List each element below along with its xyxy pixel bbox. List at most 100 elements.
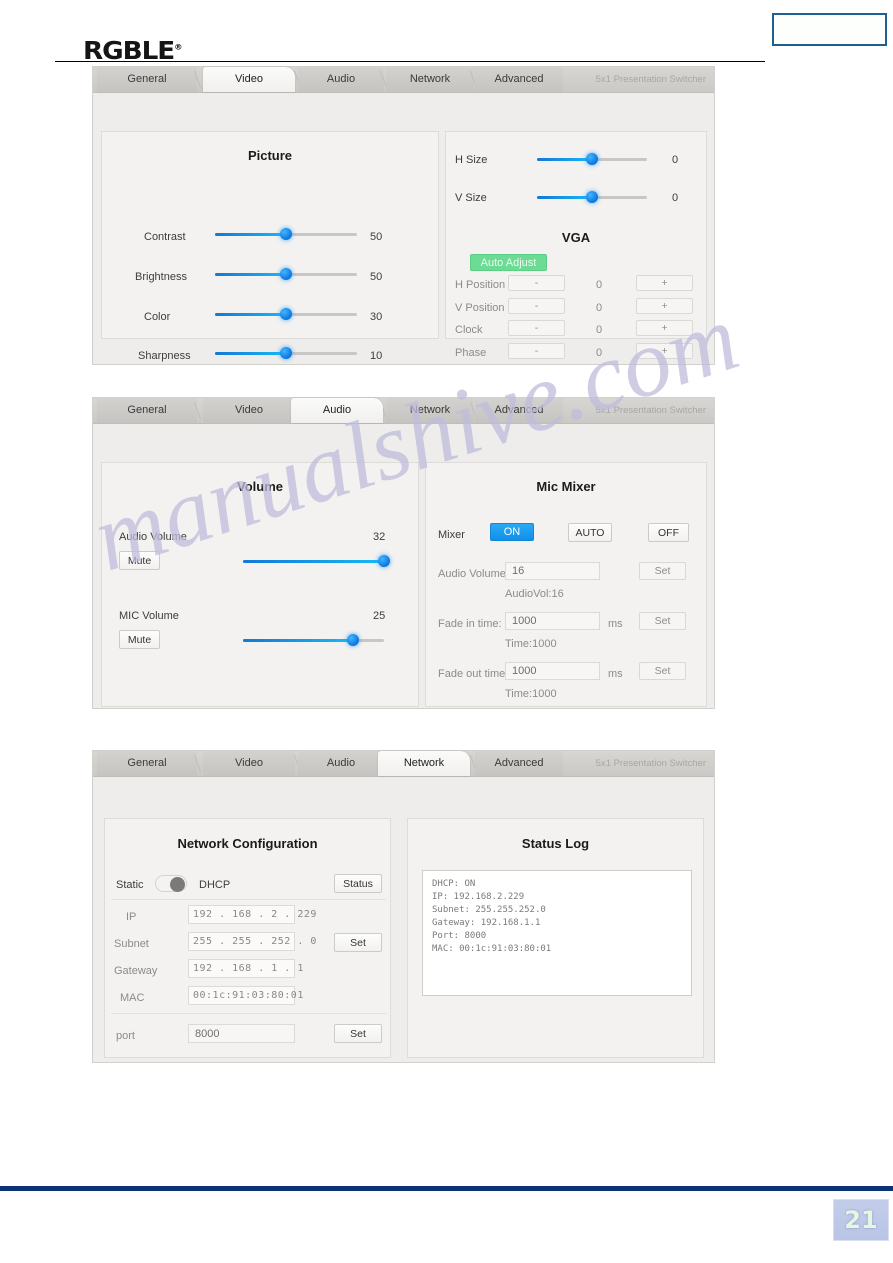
subnet-input[interactable]: 255 . 255 . 252 . 0 [188, 932, 316, 951]
slider-thumb[interactable] [280, 228, 292, 240]
mixer-audio-volume-set-button[interactable]: Set [639, 562, 686, 580]
status-button[interactable]: Status [334, 874, 382, 893]
tab-video[interactable]: Video [203, 751, 295, 776]
fade-in-unit-label: ms [608, 618, 623, 630]
tab-audio[interactable]: Audio [298, 751, 384, 776]
dot: . [251, 909, 272, 920]
tab-advanced[interactable]: Advanced [475, 67, 563, 92]
tab-network[interactable]: Network [386, 398, 474, 423]
slider-thumb[interactable] [280, 268, 292, 280]
fade-out-input[interactable]: 1000 [505, 662, 600, 680]
phase-label: Phase [455, 347, 487, 359]
v-size-slider[interactable] [537, 190, 647, 204]
toggle-knob [170, 877, 185, 892]
dhcp-toggle[interactable] [155, 875, 187, 892]
dot: . [212, 936, 233, 947]
fade-out-status: Time:1000 [505, 688, 557, 700]
clock-label: Clock [455, 324, 483, 336]
audio-volume-slider[interactable] [243, 554, 390, 568]
gateway-input[interactable]: 192 . 168 . 1 . 1 [188, 959, 303, 978]
tab-general[interactable]: General [97, 398, 197, 423]
network-configuration-title: Network Configuration [177, 836, 318, 851]
auto-adjust-button[interactable]: Auto Adjust [470, 254, 547, 271]
clock-plus-button[interactable]: + [636, 320, 693, 336]
slider-fill [537, 196, 592, 199]
h-position-minus-button[interactable]: - [508, 275, 565, 291]
gateway-label: Gateway [114, 965, 158, 977]
mixer-off-button[interactable]: OFF [648, 523, 689, 542]
dot: . [251, 963, 272, 974]
mic-volume-value: 25 [373, 610, 386, 622]
mic-volume-label: MIC Volume [119, 610, 179, 622]
contrast-slider[interactable] [215, 227, 357, 241]
subnet-octet-2: 255 [232, 936, 252, 947]
tab-video[interactable]: Video [203, 67, 295, 92]
tab-advanced[interactable]: Advanced [475, 751, 563, 776]
mac-value: 00:1c:91:03:80:01 [188, 986, 303, 1005]
slider-thumb[interactable] [346, 634, 359, 646]
phase-minus-button[interactable]: - [508, 343, 565, 359]
slider-thumb[interactable] [586, 191, 598, 203]
dhcp-label: DHCP [199, 879, 231, 891]
tab-video[interactable]: Video [203, 398, 295, 423]
phase-value: 0 [596, 347, 603, 359]
slider-fill [215, 233, 286, 236]
tab-general[interactable]: General [97, 67, 197, 92]
h-position-plus-button[interactable]: + [636, 275, 693, 291]
fade-in-set-button[interactable]: Set [639, 612, 686, 630]
slider-thumb[interactable] [586, 153, 598, 165]
audio-volume-value: 32 [373, 531, 386, 543]
slider-thumb[interactable] [280, 308, 292, 320]
fade-out-set-button[interactable]: Set [639, 662, 686, 680]
color-slider[interactable] [215, 307, 357, 321]
mixer-on-button[interactable]: ON [490, 523, 534, 541]
port-input[interactable]: 8000 [188, 1024, 295, 1043]
audio-tab-window: General Video Audio Network Advanced 5x1… [92, 397, 715, 709]
tab-bar-audio: General Video Audio Network Advanced 5x1… [93, 398, 714, 424]
tab-network[interactable]: Network [386, 67, 474, 92]
color-label: Color [144, 311, 171, 323]
mixer-auto-button[interactable]: AUTO [568, 523, 612, 542]
phase-plus-button[interactable]: + [636, 343, 693, 359]
fade-in-status: Time:1000 [505, 638, 557, 650]
volume-title: Volume [237, 479, 283, 494]
h-size-slider[interactable] [537, 152, 647, 166]
dot: . [251, 936, 272, 947]
v-position-label: V Position [455, 302, 505, 314]
mic-mute-button[interactable]: Mute [119, 630, 160, 649]
ip-label: IP [126, 911, 137, 923]
video-tab-window: General Video Audio Network Advanced 5x1… [92, 66, 715, 365]
brand-model-label: 5x1 Presentation Switcher [595, 405, 706, 416]
tab-audio[interactable]: Audio [291, 398, 383, 423]
v-position-value: 0 [596, 302, 603, 314]
brand-model-label: 5x1 Presentation Switcher [595, 758, 706, 769]
tab-network[interactable]: Network [378, 751, 470, 776]
contrast-label: Contrast [144, 231, 186, 243]
slider-thumb[interactable] [378, 555, 390, 567]
status-log-group: Status Log DHCP: ON IP: 192.168.2.229 Su… [407, 818, 704, 1058]
registered-mark-icon: ® [174, 42, 182, 52]
fade-out-unit-label: ms [608, 668, 623, 680]
mixer-audio-volume-input[interactable]: 16 [505, 562, 600, 580]
brightness-slider[interactable] [215, 267, 357, 281]
ip-input[interactable]: 192 . 168 . 2 . 229 [188, 905, 316, 924]
static-label: Static [116, 879, 144, 891]
v-size-label: V Size [455, 192, 487, 204]
slider-fill [215, 273, 286, 276]
port-set-button[interactable]: Set [334, 1024, 382, 1043]
v-position-plus-button[interactable]: + [636, 298, 693, 314]
mixer-label: Mixer [438, 529, 465, 541]
ip-octet-2: 168 [232, 909, 252, 920]
audio-mute-button[interactable]: Mute [119, 551, 160, 570]
tab-audio[interactable]: Audio [298, 67, 384, 92]
tab-advanced[interactable]: Advanced [475, 398, 563, 423]
mic-volume-slider[interactable] [243, 633, 384, 647]
v-position-minus-button[interactable]: - [508, 298, 565, 314]
fade-in-input[interactable]: 1000 [505, 612, 600, 630]
clock-minus-button[interactable]: - [508, 320, 565, 336]
network-set-button[interactable]: Set [334, 933, 382, 952]
v-size-value: 0 [672, 192, 679, 204]
slider-thumb[interactable] [280, 347, 292, 359]
sharpness-slider[interactable] [215, 346, 357, 360]
tab-general[interactable]: General [97, 751, 197, 776]
